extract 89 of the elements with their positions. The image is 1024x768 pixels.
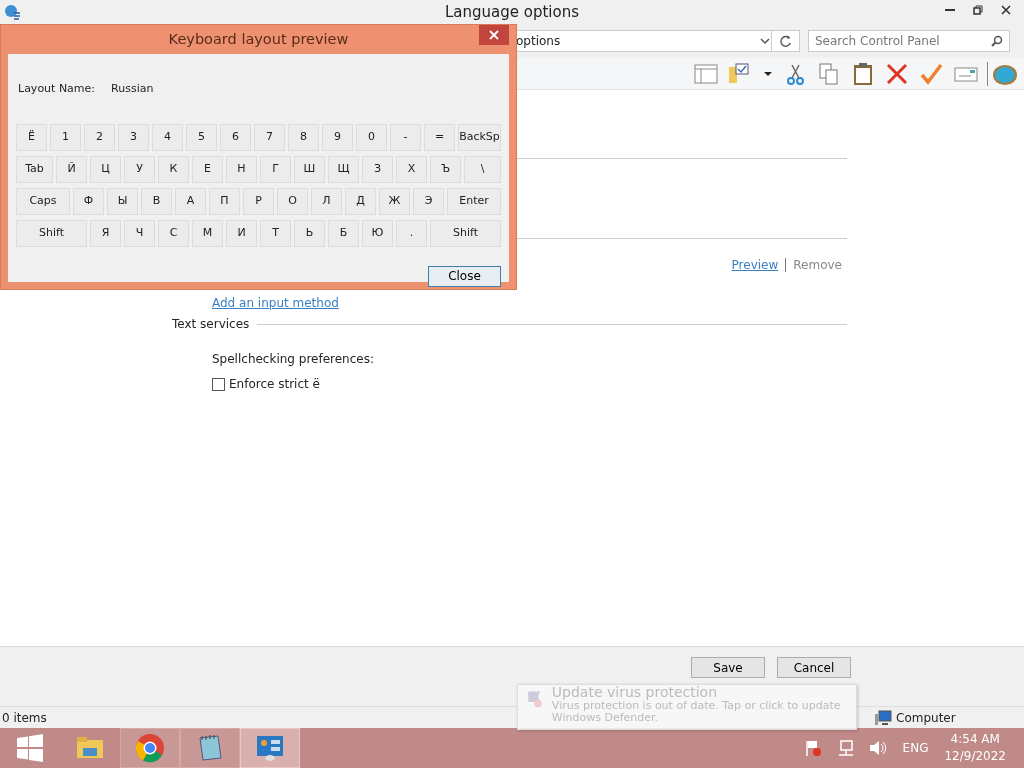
key[interactable]: 6 (220, 123, 251, 151)
key[interactable]: Б (328, 219, 359, 247)
key[interactable]: 4 (152, 123, 183, 151)
key[interactable]: З (362, 155, 393, 183)
spellcheck-label: Spellchecking preferences: (212, 351, 374, 368)
computer-icon (874, 709, 892, 726)
search-icon (991, 35, 1003, 47)
key[interactable]: Е (192, 155, 223, 183)
key[interactable]: Д (345, 187, 376, 215)
key[interactable]: Й (56, 155, 87, 183)
key[interactable]: Х (396, 155, 427, 183)
key[interactable]: О (277, 187, 308, 215)
key[interactable]: Л (311, 187, 342, 215)
checkbox[interactable] (212, 377, 225, 391)
zone-label: Computer (896, 709, 956, 727)
layout-name-label: Layout Name: (18, 81, 96, 97)
dialog-title: Keyboard layout preview (168, 29, 349, 49)
flag-icon[interactable] (804, 739, 821, 757)
key[interactable]: М (192, 219, 223, 247)
key[interactable]: = (424, 123, 455, 151)
cancel-button[interactable]: Cancel (777, 657, 851, 678)
key[interactable]: 0 (356, 123, 387, 151)
key[interactable]: Ц (90, 155, 121, 183)
preview-link[interactable]: Preview (731, 256, 779, 274)
network-icon[interactable] (836, 740, 853, 756)
key[interactable]: Ь (294, 219, 325, 247)
volume-icon[interactable] (868, 740, 887, 756)
restore-icon (973, 5, 983, 15)
key[interactable]: Т (260, 219, 291, 247)
key[interactable]: Г (260, 155, 291, 183)
key[interactable]: \ (464, 155, 501, 183)
search-field[interactable]: Search Control Panel (808, 30, 1010, 52)
key[interactable]: Enter (447, 187, 501, 215)
key[interactable]: Ю (362, 219, 393, 247)
key[interactable]: 8 (288, 123, 319, 151)
key[interactable]: 9 (322, 123, 353, 151)
key[interactable]: Н (226, 155, 257, 183)
key[interactable]: Р (243, 187, 274, 215)
key[interactable]: С (158, 219, 189, 247)
key[interactable]: Щ (328, 155, 359, 183)
key[interactable]: Ф (73, 187, 104, 215)
key[interactable]: - (390, 123, 421, 151)
layout-name-value: Russian (111, 81, 154, 97)
check-icon[interactable] (919, 61, 945, 86)
taskbar-app[interactable] (240, 728, 300, 768)
key[interactable]: . (396, 219, 427, 247)
window-title: Language options (444, 1, 579, 23)
taskbar-app[interactable] (120, 728, 180, 768)
key[interactable]: BackSp (458, 123, 501, 151)
key[interactable]: К (158, 155, 189, 183)
key[interactable]: В (141, 187, 172, 215)
key[interactable]: Shift (16, 219, 87, 247)
key[interactable]: Я (90, 219, 121, 247)
key[interactable]: 1 (50, 123, 81, 151)
key[interactable]: Ё (16, 123, 47, 151)
address-path: options (516, 33, 562, 50)
key[interactable]: Caps (16, 187, 70, 215)
windows-logo-icon (16, 734, 44, 762)
key[interactable]: Ж (379, 187, 410, 215)
notification-title: Update virus protection (551, 685, 719, 701)
add-input-method-link[interactable]: Add an input method (212, 294, 339, 312)
key[interactable]: Э (413, 187, 444, 215)
key[interactable]: А (175, 187, 206, 215)
key[interactable]: Tab (16, 155, 53, 183)
key[interactable]: Ч (124, 219, 155, 247)
save-button[interactable]: Save (691, 657, 765, 678)
key[interactable]: Ъ (430, 155, 461, 183)
key[interactable]: 7 (254, 123, 285, 151)
close-icon (489, 30, 499, 40)
key[interactable]: Ш (294, 155, 325, 183)
minimize-icon (945, 9, 955, 11)
key[interactable]: П (209, 187, 240, 215)
remove-link[interactable]: Remove (793, 256, 842, 274)
checkbox-label: Enforce strict ё (229, 376, 320, 393)
status-items-count: 0 items (2, 709, 47, 727)
key[interactable]: У (124, 155, 155, 183)
section-title: Text services (172, 316, 250, 333)
key[interactable]: Ы (107, 187, 138, 215)
key[interactable]: И (226, 219, 257, 247)
close-dialog-button[interactable]: Close (428, 265, 501, 287)
key[interactable]: Shift (430, 219, 501, 247)
taskbar-app[interactable] (180, 728, 240, 768)
globe-icon (3, 3, 21, 21)
key[interactable]: 5 (186, 123, 217, 151)
chrome-icon (134, 732, 166, 764)
key[interactable]: 3 (118, 123, 149, 151)
close-icon (1001, 5, 1011, 15)
key[interactable]: 2 (84, 123, 115, 151)
dialog-close-button[interactable] (479, 25, 509, 45)
